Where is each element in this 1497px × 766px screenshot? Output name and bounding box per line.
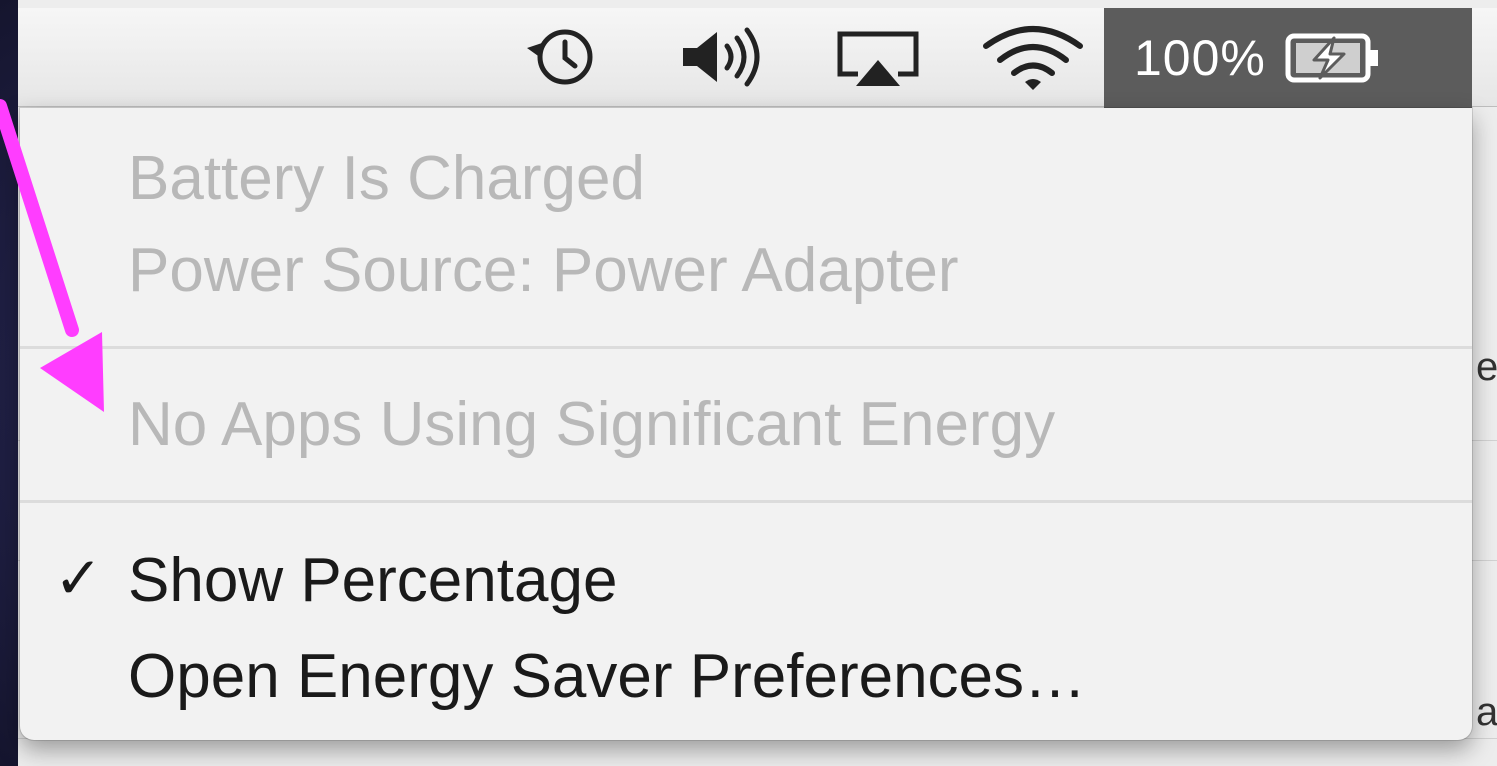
power-source-item: Power Source: Power Adapter: [128, 236, 959, 305]
open-energy-saver-preferences-item[interactable]: Open Energy Saver Preferences…: [128, 646, 1086, 708]
background-text: e: [1476, 345, 1497, 389]
arrow-head: [40, 332, 104, 412]
show-percentage-item[interactable]: Show Percentage: [128, 550, 617, 612]
battery-percentage: 100%: [1134, 30, 1266, 86]
battery-status-item: Battery Is Charged: [128, 144, 645, 213]
arrow-shaft: [0, 99, 79, 337]
battery-dropdown-menu: Battery Is Charged Power Source: Power A…: [20, 108, 1472, 740]
time-machine-icon[interactable]: [516, 24, 606, 90]
menu-separator: [20, 500, 1472, 503]
menu-separator: [20, 346, 1472, 349]
battery-menu-extra[interactable]: 100%: [1104, 8, 1472, 108]
airplay-icon[interactable]: [823, 24, 933, 90]
annotation-arrow-icon: [0, 99, 104, 412]
energy-apps-item: No Apps Using Significant Energy: [128, 390, 1056, 459]
battery-charging-icon: [1284, 30, 1384, 86]
background-text: a: [1476, 690, 1497, 734]
checkmark-icon: ✓: [54, 546, 103, 611]
volume-icon[interactable]: [668, 24, 788, 90]
wifi-icon[interactable]: [973, 24, 1093, 90]
